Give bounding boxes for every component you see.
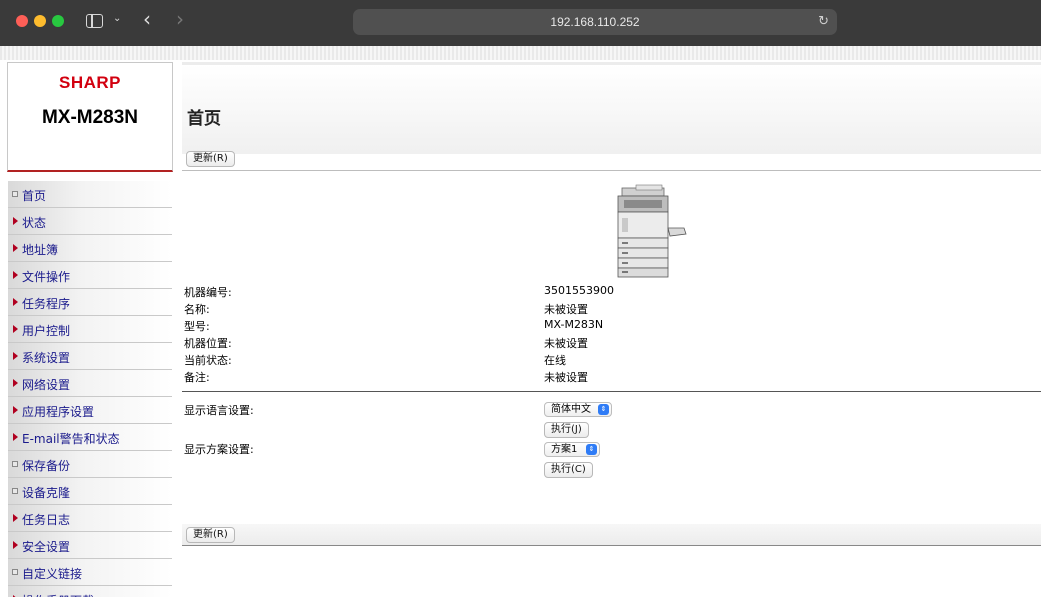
- browser-toolbar: ⌄ ‹ › 192.168.110.252 ↻: [0, 0, 1041, 46]
- sidebar-item-label: 保存备份: [22, 459, 71, 473]
- address-bar[interactable]: 192.168.110.252 ↻: [353, 9, 837, 35]
- sidebar-item-label: 系统设置: [22, 351, 71, 365]
- info-value: 3501553900: [544, 284, 614, 297]
- sidebar-item-label: 网络设置: [22, 378, 71, 392]
- brand-logo: SHARP: [58, 73, 121, 92]
- triangle-bullet-icon: [13, 406, 18, 414]
- refresh-button-top[interactable]: 更新(R): [186, 151, 235, 167]
- sidebar-item[interactable]: 自定义链接: [8, 559, 172, 586]
- printer-image: [617, 184, 687, 278]
- sidebar-item-label: 状态: [22, 216, 47, 230]
- select-arrows-icon: ⇕: [586, 444, 597, 455]
- info-value: MX-M283N: [544, 318, 604, 331]
- info-label: 机器位置:: [184, 337, 232, 350]
- divider-middle: [182, 391, 1041, 392]
- triangle-bullet-icon: [13, 217, 18, 225]
- sidebar-item[interactable]: 系统设置: [8, 343, 172, 370]
- execute-scheme-button[interactable]: 执行(C): [544, 462, 593, 478]
- url-text: 192.168.110.252: [550, 15, 640, 29]
- triangle-bullet-icon: [13, 271, 18, 279]
- sidebar-nav: 首页状态地址簿文件操作任务程序用户控制系统设置网络设置应用程序设置 E-mail警…: [8, 181, 172, 597]
- info-label: 机器编号:: [184, 286, 232, 299]
- square-bullet-icon: [12, 569, 18, 575]
- scheme-select-value: 方案1: [551, 444, 578, 455]
- sidebar-item[interactable]: 设备克隆: [8, 478, 172, 505]
- sidebar-item-label: 用户控制: [22, 324, 71, 338]
- triangle-bullet-icon: [13, 244, 18, 252]
- sidebar-item[interactable]: 安全设置: [8, 532, 172, 559]
- triangle-bullet-icon: [13, 379, 18, 387]
- triangle-bullet-icon: [13, 541, 18, 549]
- close-window-button[interactable]: [16, 15, 28, 27]
- info-label: 备注:: [184, 371, 210, 384]
- sidebar-item-label: 首页: [22, 189, 47, 203]
- chevron-down-icon[interactable]: ⌄: [113, 13, 121, 24]
- sidebar-item[interactable]: 状态: [8, 208, 172, 235]
- refresh-button-bottom[interactable]: 更新(R): [186, 527, 235, 543]
- sidebar-item[interactable]: 任务日志: [8, 505, 172, 532]
- reload-icon[interactable]: ↻: [818, 14, 829, 29]
- info-label: 型号:: [184, 320, 210, 333]
- page-title: 首页: [187, 109, 221, 129]
- sidebar-item[interactable]: 首页: [8, 181, 172, 208]
- minimize-window-button[interactable]: [34, 15, 46, 27]
- info-value: 未被设置: [544, 371, 588, 384]
- sidebar-item[interactable]: 任务程序: [8, 289, 172, 316]
- bottom-toolbar: [182, 524, 1041, 546]
- sidebar-item[interactable]: 应用程序设置: [8, 397, 172, 424]
- sidebar-item[interactable]: 网络设置: [8, 370, 172, 397]
- sidebar-item[interactable]: 地址簿: [8, 235, 172, 262]
- forward-arrow-icon[interactable]: ›: [176, 9, 184, 29]
- info-value: 未被设置: [544, 337, 588, 350]
- sidebar-item-label: 设备克隆: [22, 486, 71, 500]
- sidebar-item-label: 文件操作: [22, 270, 71, 284]
- info-value: 未被设置: [544, 303, 588, 316]
- sidebar-toggle-icon[interactable]: [86, 14, 103, 28]
- language-setting-label: 显示语言设置:: [184, 404, 254, 417]
- sidebar-item[interactable]: 用户控制: [8, 316, 172, 343]
- sidebar-item-label: 操作手册下载: [22, 592, 94, 597]
- triangle-bullet-icon: [13, 325, 18, 333]
- back-arrow-icon[interactable]: ‹: [143, 9, 151, 29]
- divider-top: [182, 170, 1041, 171]
- sidebar-item-label: 任务日志: [22, 513, 71, 527]
- sidebar-item[interactable]: 保存备份: [8, 451, 172, 478]
- sidebar-item[interactable]: 操作手册下载: [8, 586, 172, 597]
- sidebar-item-label: 安全设置: [22, 540, 71, 554]
- top-pattern-strip: [0, 46, 1041, 60]
- square-bullet-icon: [12, 488, 18, 494]
- triangle-bullet-icon: [13, 352, 18, 360]
- sidebar-item-label: 任务程序: [22, 297, 71, 311]
- sidebar-item-label: 应用程序设置: [22, 405, 95, 419]
- sidebar-item-label: 地址簿: [22, 243, 59, 257]
- language-select-value: 简体中文: [551, 404, 591, 415]
- triangle-bullet-icon: [13, 433, 18, 441]
- triangle-bullet-icon: [13, 298, 18, 306]
- sidebar-item-label: 自定义链接: [22, 567, 83, 581]
- square-bullet-icon: [12, 191, 18, 197]
- main-header: [182, 62, 1041, 154]
- logo-box: SHARP MX-M283N: [7, 62, 173, 172]
- language-select[interactable]: 简体中文 ⇕: [544, 402, 612, 417]
- model-name: MX-M283N: [41, 107, 139, 128]
- triangle-bullet-icon: [13, 514, 18, 522]
- sidebar-item[interactable]: E-mail警告和状态: [8, 424, 172, 451]
- square-bullet-icon: [12, 461, 18, 467]
- select-arrows-icon: ⇕: [598, 404, 609, 415]
- info-label: 名称:: [184, 303, 210, 316]
- sidebar-item[interactable]: 文件操作: [8, 262, 172, 289]
- scheme-select[interactable]: 方案1 ⇕: [544, 442, 600, 457]
- page-content: SHARP MX-M283N 首页状态地址簿文件操作任务程序用户控制系统设置网络…: [0, 46, 1041, 597]
- info-value: 在线: [544, 354, 566, 367]
- scheme-setting-label: 显示方案设置:: [184, 443, 254, 456]
- zoom-window-button[interactable]: [52, 15, 64, 27]
- info-label: 当前状态:: [184, 354, 232, 367]
- execute-language-button[interactable]: 执行(J): [544, 422, 589, 438]
- sidebar-item-label: E-mail警告和状态: [22, 432, 120, 446]
